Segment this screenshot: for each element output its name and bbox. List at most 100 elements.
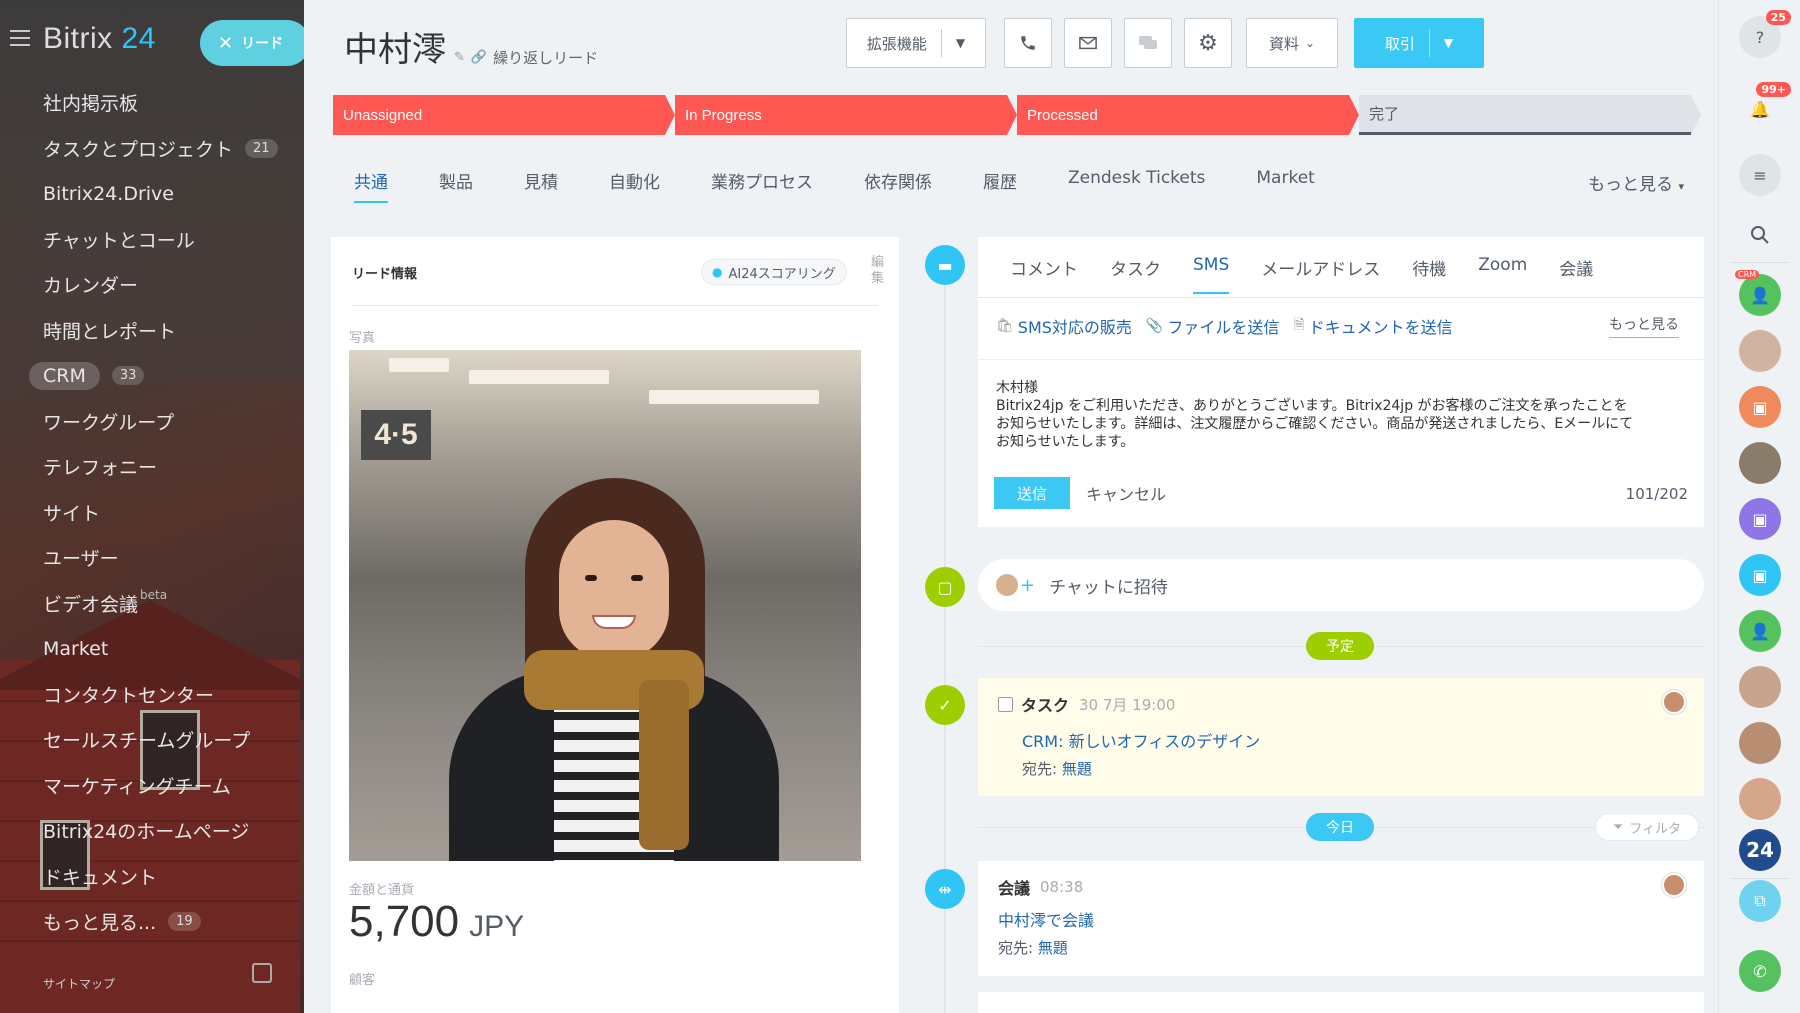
sidebar-item-drive[interactable]: Bitrix24.Drive xyxy=(0,171,304,217)
video-chat-icon[interactable]: ▣ xyxy=(1739,554,1781,596)
sidebar-item-homepage[interactable]: Bitrix24のホームページ xyxy=(0,808,304,854)
bitrix24-network-icon[interactable]: 24 xyxy=(1739,829,1781,871)
tab-comment[interactable]: コメント xyxy=(1010,255,1078,294)
lead-photo[interactable]: 4·5 xyxy=(349,350,861,861)
pencil-icon[interactable]: ✎ xyxy=(454,50,465,65)
chat-list-icon[interactable]: ≡ xyxy=(1739,154,1781,196)
video-chat-icon[interactable]: ▣ xyxy=(1739,498,1781,540)
sidebar-item-video-conference[interactable]: ビデオ会議 beta xyxy=(0,581,304,627)
avatar[interactable] xyxy=(1739,778,1781,820)
avatar[interactable] xyxy=(1739,330,1781,372)
sidebar-item-marketing-team[interactable]: マーケティングチーム xyxy=(0,763,304,809)
cancel-button[interactable]: キャンセル xyxy=(1086,481,1166,505)
tab-wait[interactable]: 待機 xyxy=(1412,255,1446,294)
gear-icon: ⚙ xyxy=(1198,30,1218,56)
bitrix24-logo[interactable]: Bitrix 24 xyxy=(43,22,156,56)
sidebar-item-crm[interactable]: CRM 33 xyxy=(0,353,304,399)
status-pipeline: Unassigned In Progress Processed 完了 xyxy=(333,95,1703,135)
activity-editor: コメント タスク SMS メールアドレス 待機 Zoom 会議 🛍 SMS対応の販… xyxy=(978,237,1704,527)
lead-slider-close-pill[interactable]: ✕ リード xyxy=(200,20,310,66)
settings-button[interactable]: ⚙ xyxy=(1184,18,1232,68)
tab-history[interactable]: 履歴 xyxy=(983,168,1017,201)
tab-business-process[interactable]: 業務プロセス xyxy=(711,168,813,201)
task-recipient: 宛先: 無題 xyxy=(1022,760,1092,778)
actions-more-link[interactable]: もっと見る xyxy=(1609,314,1679,338)
tab-sms[interactable]: SMS xyxy=(1193,255,1230,294)
crm-contact-icon[interactable]: 👤 CRM xyxy=(1735,270,1781,316)
sidebar-item-market[interactable]: Market xyxy=(0,626,304,672)
screen-share-icon[interactable]: ⧉ xyxy=(1739,880,1781,922)
avatar[interactable] xyxy=(1739,722,1781,764)
tab-dependencies[interactable]: 依存関係 xyxy=(864,168,932,201)
today-badge: 今日 xyxy=(1306,813,1374,841)
tab-zendesk[interactable]: Zendesk Tickets xyxy=(1068,168,1205,201)
tab-quotes[interactable]: 見積 xyxy=(524,168,558,201)
tab-zoom[interactable]: Zoom xyxy=(1478,255,1527,294)
sidebar-item-more[interactable]: もっと見る... 19 xyxy=(0,899,304,945)
sidebar-item-time-reports[interactable]: 時間とレポート xyxy=(0,308,304,354)
avatar[interactable] xyxy=(1739,666,1781,708)
sidebar-item-tasks[interactable]: タスクとプロジェクト 21 xyxy=(0,126,304,172)
email-button[interactable] xyxy=(1064,18,1112,68)
link-icon[interactable]: 🔗 xyxy=(471,50,487,65)
send-document-action[interactable]: 🗎 ドキュメントを送信 xyxy=(1293,314,1452,338)
tab-task[interactable]: タスク xyxy=(1110,255,1161,294)
sidebar-item-contact-center[interactable]: コンタクトセンター xyxy=(0,672,304,718)
task-link[interactable]: CRM: 新しいオフィスのデザイン xyxy=(1022,728,1260,752)
sms-sales-action[interactable]: 🛍 SMS対応の販売 xyxy=(996,314,1132,338)
filter-button[interactable]: ⏷ フィルタ xyxy=(1595,813,1699,841)
task-checkbox[interactable] xyxy=(998,696,1013,712)
planned-badge: 予定 xyxy=(1306,632,1374,660)
repeat-lead-label: 繰り返しリード xyxy=(493,49,599,67)
avatar[interactable] xyxy=(1662,690,1686,714)
print-icon[interactable] xyxy=(252,963,272,983)
sidebar-item-chat[interactable]: チャットとコール xyxy=(0,217,304,263)
sidebar-item-documents[interactable]: ドキュメント xyxy=(0,854,304,900)
tab-automation[interactable]: 自動化 xyxy=(609,168,660,201)
sidebar-item-calendar[interactable]: カレンダー xyxy=(0,262,304,308)
sidebar-item-sales-team[interactable]: セールスチームグループ xyxy=(0,717,304,763)
lead-info-title: リード情報 xyxy=(352,267,418,282)
menu-burger-icon[interactable] xyxy=(10,30,30,46)
meeting-link[interactable]: 中村澪で会議 xyxy=(998,907,1094,931)
tab-email[interactable]: メールアドレス xyxy=(1261,255,1380,294)
tab-general[interactable]: 共通 xyxy=(354,168,388,203)
send-file-action[interactable]: 📎 ファイルを送信 xyxy=(1146,314,1279,338)
chat-button[interactable] xyxy=(1124,18,1172,68)
documents-button[interactable]: 資料 ⌄ xyxy=(1246,18,1338,68)
stage-unassigned[interactable]: Unassigned xyxy=(333,95,675,135)
help-badge: 25 xyxy=(1765,10,1791,25)
stage-processed[interactable]: Processed xyxy=(1017,95,1359,135)
phone-icon[interactable]: ✆ xyxy=(1739,950,1781,992)
ai-scoring-button[interactable]: ● AI24スコアリング xyxy=(701,259,847,285)
sidebar-item-feed[interactable]: 社内掲示板 xyxy=(0,80,304,126)
user-icon[interactable]: 👤 xyxy=(1739,610,1781,652)
call-button[interactable] xyxy=(1004,18,1052,68)
extensions-button[interactable]: 拡張機能 ▼ xyxy=(846,18,986,68)
amount-value[interactable]: 5,700 JPY xyxy=(349,897,524,947)
meeting-icon: ⇹ xyxy=(925,869,965,909)
stage-completed[interactable]: 完了 xyxy=(1359,95,1701,135)
send-button[interactable]: 送信 xyxy=(994,477,1070,509)
sitemap-link[interactable]: サイトマップ xyxy=(43,975,115,992)
search-icon[interactable] xyxy=(1739,214,1781,256)
tab-products[interactable]: 製品 xyxy=(439,168,473,201)
tab-meeting[interactable]: 会議 xyxy=(1559,255,1593,294)
sidebar-item-telephony[interactable]: テレフォニー xyxy=(0,444,304,490)
invite-to-chat-button[interactable]: + チャットに招待 xyxy=(978,559,1704,611)
tab-market[interactable]: Market xyxy=(1256,168,1314,201)
avatar[interactable] xyxy=(1662,873,1686,897)
sidebar-item-workgroups[interactable]: ワークグループ xyxy=(0,399,304,445)
tabs-more-button[interactable]: もっと見る ▾ xyxy=(1588,170,1684,195)
avatar[interactable] xyxy=(1739,442,1781,484)
help-icon[interactable]: ? 25 xyxy=(1739,10,1791,58)
sms-textarea[interactable]: 木村様 Bitrix24jp をご利用いただき、ありがとうございます。Bitri… xyxy=(996,379,1636,451)
edit-link[interactable]: 編集 xyxy=(871,255,887,287)
sidebar-item-users[interactable]: ユーザー xyxy=(0,535,304,581)
deal-button[interactable]: 取引 ▼ xyxy=(1354,18,1484,68)
video-chat-icon[interactable]: ▣ xyxy=(1739,386,1781,428)
stage-in-progress[interactable]: In Progress xyxy=(675,95,1017,135)
bell-icon[interactable]: 🔔 99+ xyxy=(1739,82,1791,130)
page-title[interactable]: 中村澪 xyxy=(344,22,446,71)
sidebar-item-sites[interactable]: サイト xyxy=(0,490,304,536)
